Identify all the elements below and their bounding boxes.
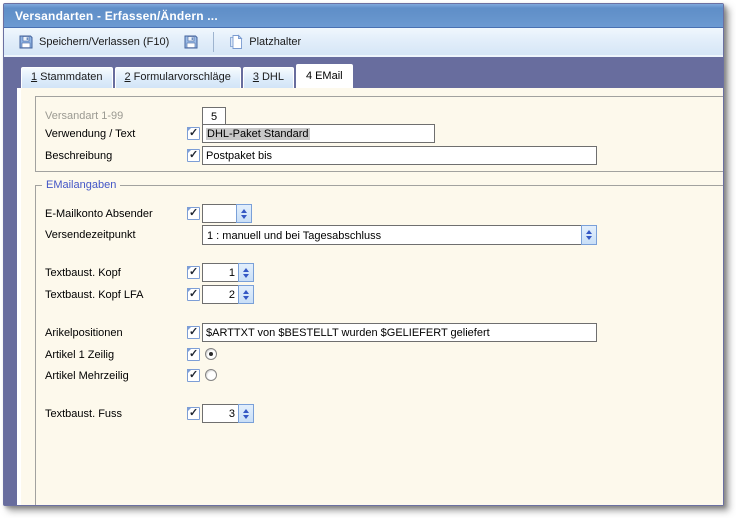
artikelpositionen-checkbox[interactable] [187,326,200,339]
artikel-mehrzeilig-radio[interactable] [205,369,217,381]
tab-page-email: EMailangaben Versandart 1-99 5 Verwendun… [17,88,723,505]
spin-up-icon [243,290,249,294]
save-exit-button[interactable]: Speichern/Verlassen (F10) [12,30,175,54]
spinner-buttons[interactable] [238,263,254,282]
textbaust-kopf-checkbox[interactable] [187,266,200,279]
textbaust-kopf-lfa-spinner: 2 [202,285,254,304]
verwendung-checkbox[interactable] [187,127,200,140]
textbaust-kopf-lfa-checkbox[interactable] [187,288,200,301]
tab-hotkey: 4 [306,70,312,82]
tab-label: DHL [262,71,284,83]
tab-stammdaten[interactable]: 1Stammdaten [21,67,113,88]
spin-down-icon [241,215,247,219]
spin-up-icon [243,268,249,272]
spinner-buttons[interactable] [238,404,254,423]
tab-label: Stammdaten [40,71,102,83]
beschreibung-input[interactable]: Postpaket bis [202,146,597,165]
versendezeitpunkt-label: Versendezeitpunkt [45,229,136,241]
textbaust-kopf-spinner: 1 [202,263,254,282]
versendezeitpunkt-value: 1 : manuell und bei Tagesabschluss [202,225,581,245]
textbaust-fuss-input[interactable]: 3 [202,404,238,423]
spinner-buttons[interactable] [581,225,597,245]
tab-dhl[interactable]: 3DHL [243,67,294,88]
placeholder-page-icon [228,34,244,50]
selected-text: DHL-Paket Standard [206,128,310,140]
email-group-title: EMailangaben [42,179,120,191]
versandart-label: Versandart 1-99 [45,110,123,122]
artikelpositionen-input[interactable]: $ARTTXT von $BESTELLT wurden $GELIEFERT … [202,323,597,342]
textbaust-fuss-checkbox[interactable] [187,407,200,420]
versendezeitpunkt-combo[interactable]: 1 : manuell und bei Tagesabschluss [202,225,597,245]
spinner-buttons[interactable] [236,204,252,223]
spinner-buttons[interactable] [238,285,254,304]
textbaust-kopf-label: Textbaust. Kopf [45,267,121,279]
textbaust-kopf-input[interactable]: 1 [202,263,238,282]
window-body: EMailangaben Versandart 1-99 5 Verwendun… [4,88,723,505]
emailkonto-input[interactable] [202,204,236,223]
artikel-mehrzeilig-checkbox[interactable] [187,369,200,382]
tab-hotkey: 1 [31,71,37,83]
artikel-mehrzeilig-label: Artikel Mehrzeilig [45,370,129,382]
beschreibung-label: Beschreibung [45,150,112,162]
tab-hotkey: 2 [125,71,131,83]
emailkonto-spinner [202,204,252,223]
save-icon [18,34,34,50]
tab-formularvorschlaege[interactable]: 2Formularvorschläge [115,67,241,88]
artikelpositionen-label: Arikelpositionen [45,327,123,339]
beschreibung-checkbox[interactable] [187,149,200,162]
toolbar-separator [213,32,214,52]
save-button[interactable] [177,30,205,54]
tab-label: EMail [315,70,343,82]
emailkonto-label: E-Mailkonto Absender [45,208,153,220]
artikel-1zeilig-checkbox[interactable] [187,348,200,361]
platzhalter-label: Platzhalter [249,36,301,48]
floppy-icon [183,34,199,50]
toolbar: Speichern/Verlassen (F10) Platzhalter [4,28,723,57]
title-bar[interactable]: Versandarten - Erfassen/Ändern ... [4,4,723,28]
platzhalter-button[interactable]: Platzhalter [222,30,307,54]
artikel-1zeilig-label: Artikel 1 Zeilig [45,349,114,361]
textbaust-kopf-lfa-label: Textbaust. Kopf LFA [45,289,143,301]
spin-down-icon [243,296,249,300]
spin-down-icon [586,236,592,240]
left-frame-strip [4,88,17,505]
spin-up-icon [586,230,592,234]
spin-down-icon [243,274,249,278]
textbaust-fuss-spinner: 3 [202,404,254,423]
artikel-1zeilig-radio[interactable] [205,348,217,360]
spin-up-icon [241,209,247,213]
window-title: Versandarten - Erfassen/Ändern ... [15,9,218,23]
tab-hotkey: 3 [253,71,259,83]
tab-bar: 1Stammdaten 2Formularvorschläge 3DHL 4EM… [4,57,723,88]
spin-up-icon [243,409,249,413]
textbaust-fuss-label: Textbaust. Fuss [45,408,122,420]
verwendung-input[interactable]: DHL-Paket Standard [202,124,435,143]
verwendung-label: Verwendung / Text [45,128,135,140]
spin-down-icon [243,415,249,419]
app-window: Versandarten - Erfassen/Ändern ... Speic… [3,3,724,506]
screen: Versandarten - Erfassen/Ändern ... Speic… [0,0,736,518]
emailkonto-checkbox[interactable] [187,207,200,220]
save-exit-label: Speichern/Verlassen (F10) [39,36,169,48]
tab-label: Formularvorschläge [134,71,231,83]
textbaust-kopf-lfa-input[interactable]: 2 [202,285,238,304]
tab-email[interactable]: 4EMail [296,64,353,88]
